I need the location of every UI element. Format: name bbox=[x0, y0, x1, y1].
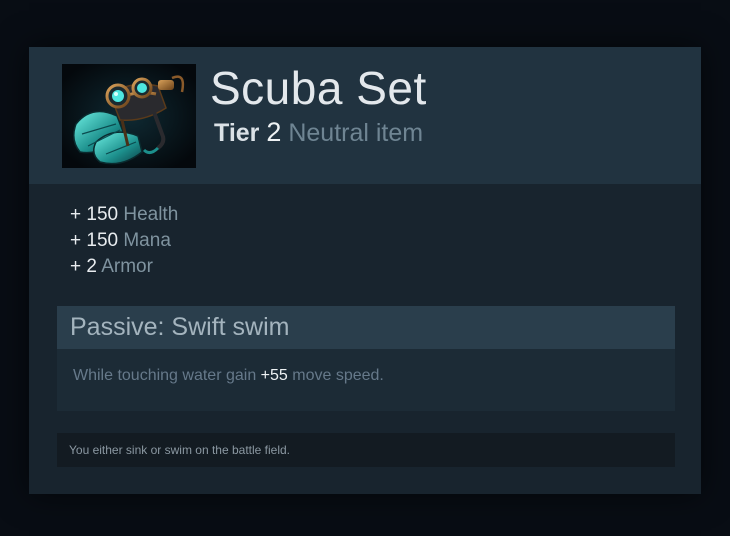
lore-text: You either sink or swim on the battle fi… bbox=[69, 443, 291, 457]
tier-number: 2 bbox=[266, 117, 282, 147]
tooltip-header: Scuba Set Tier 2 Neutral item bbox=[29, 47, 701, 184]
ability-description: While touching water gain +55 move speed… bbox=[73, 367, 384, 385]
stat-name: Health bbox=[123, 204, 179, 225]
stat-value: + 150 bbox=[70, 204, 119, 225]
stat-value: + 2 bbox=[70, 256, 97, 277]
ability-title: Passive: Swift swim bbox=[70, 313, 290, 341]
item-tooltip: Scuba Set Tier 2 Neutral item + 150 Heal… bbox=[29, 47, 701, 494]
stat-row-health: + 150 Health bbox=[70, 202, 178, 228]
lore-panel: You either sink or swim on the battle fi… bbox=[57, 433, 675, 467]
item-type: Neutral item bbox=[288, 119, 424, 147]
item-stats: + 150 Health + 150 Mana + 2 Armor bbox=[70, 202, 178, 280]
ability-panel: Passive: Swift swim While touching water… bbox=[57, 306, 675, 411]
tier-label: Tier bbox=[214, 119, 260, 147]
stat-value: + 150 bbox=[70, 230, 119, 251]
scuba-gear-icon bbox=[62, 64, 196, 168]
ability-description-text: move speed. bbox=[287, 367, 384, 384]
stat-name: Armor bbox=[101, 256, 153, 277]
stat-name: Mana bbox=[123, 230, 171, 251]
ability-header: Passive: Swift swim bbox=[57, 306, 675, 349]
item-tier-line: Tier 2 Neutral item bbox=[214, 117, 423, 148]
stat-row-mana: + 150 Mana bbox=[70, 228, 178, 254]
ability-value-highlight: +55 bbox=[260, 367, 288, 384]
item-name: Scuba Set bbox=[210, 62, 427, 114]
stat-row-armor: + 2 Armor bbox=[70, 254, 178, 280]
ability-description-text: While touching water gain bbox=[73, 367, 261, 384]
